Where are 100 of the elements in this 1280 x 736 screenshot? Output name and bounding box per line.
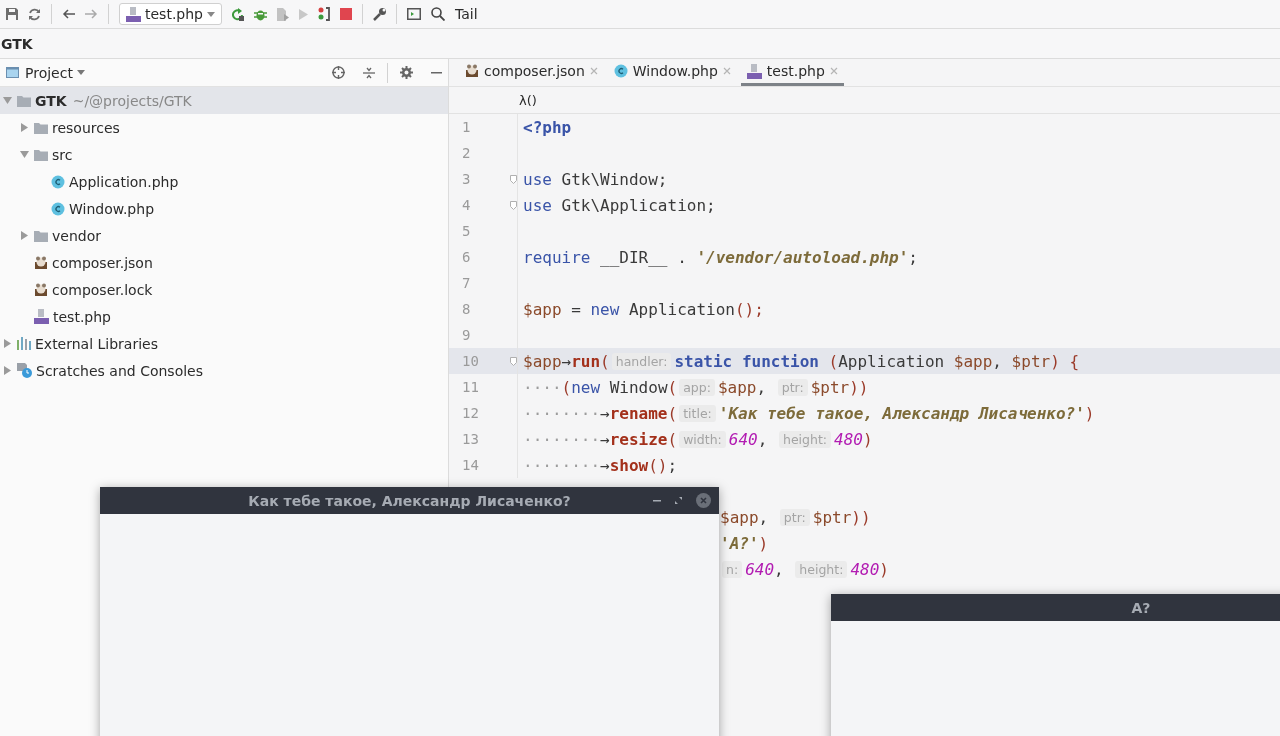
- line-number: 13: [461, 431, 480, 447]
- tree-item[interactable]: Window.php: [0, 195, 448, 222]
- forward-button[interactable]: [85, 9, 98, 19]
- parameter-hint: height:: [795, 560, 848, 578]
- terminal-icon: [407, 8, 421, 20]
- line-number: 5: [461, 223, 472, 239]
- rerun-button[interactable]: [232, 7, 244, 21]
- parameter-hint: handler:: [611, 352, 672, 370]
- parameter-hint: n:: [722, 560, 743, 578]
- search-icon: [431, 7, 445, 21]
- coverage-button[interactable]: [277, 7, 289, 21]
- window-title: Как тебе такое, Александр Лисаченко?: [248, 492, 571, 509]
- collapse-arrow-icon[interactable]: [3, 339, 11, 348]
- back-button[interactable]: [62, 9, 75, 19]
- libraries-icon: [17, 337, 31, 350]
- parameter-hint: ptr:: [777, 378, 808, 396]
- php-file-icon: [34, 309, 49, 324]
- project-view-dropdown[interactable]: Project: [25, 64, 85, 81]
- save-icon: [6, 8, 18, 20]
- fold-marker-icon[interactable]: [510, 174, 517, 184]
- attach-icon: [318, 7, 330, 21]
- caret-icon: [76, 70, 85, 75]
- collapse-arrow-icon[interactable]: [20, 231, 28, 240]
- parameter-hint: height:: [779, 430, 832, 448]
- code-text: 'A?'): [720, 533, 769, 553]
- line-number: 12: [461, 405, 480, 421]
- tree-item[interactable]: src: [0, 141, 448, 168]
- minimize-button[interactable]: [653, 499, 661, 502]
- close-button[interactable]: [696, 493, 711, 508]
- collapse-arrow-icon[interactable]: [20, 123, 28, 132]
- breadcrumb-item[interactable]: GTK: [0, 35, 33, 52]
- sync-button[interactable]: [28, 7, 41, 21]
- composer-icon: [34, 255, 48, 270]
- tree-item[interactable]: test.php: [0, 303, 448, 330]
- line-number: 11: [461, 379, 480, 395]
- sync-icon: [28, 7, 41, 21]
- settings-button[interactable]: [373, 7, 386, 21]
- collapse-arrow-icon[interactable]: [3, 366, 11, 375]
- tree-item[interactable]: vendor: [0, 222, 448, 249]
- minimize-button[interactable]: [431, 71, 442, 74]
- scratches-icon: [17, 363, 32, 378]
- fold-marker-icon[interactable]: [510, 356, 517, 366]
- line-number: 6: [461, 249, 472, 265]
- maximize-button[interactable]: [675, 497, 682, 504]
- project-path: ~/@projects/GTK: [72, 92, 192, 109]
- expand-arrow-icon[interactable]: [2, 97, 12, 104]
- composer-icon: [34, 282, 48, 297]
- tree-item[interactable]: Application.php: [0, 168, 448, 195]
- editor-tab[interactable]: composer.json: [459, 59, 604, 86]
- code-text: <?php: [523, 117, 572, 137]
- code-text: $app = new Application();: [523, 299, 764, 319]
- expand-arrow-icon[interactable]: [19, 151, 29, 158]
- caret-icon: [207, 11, 215, 17]
- class-icon: [613, 64, 628, 78]
- stop-icon: [340, 8, 352, 20]
- editor-tab[interactable]: test.php: [740, 59, 844, 86]
- run-button[interactable]: [299, 8, 308, 20]
- tree-item[interactable]: External Libraries: [0, 330, 448, 357]
- code-text: ········→rename( title: 'Как тебе такое, Александр Лисаченко?'): [523, 403, 1095, 423]
- collapse-all-button[interactable]: [363, 66, 375, 79]
- close-icon[interactable]: [589, 67, 598, 75]
- tree-item[interactable]: GTK ~/@projects/GTK: [0, 87, 448, 114]
- line-number: 9: [461, 327, 472, 343]
- tree-item[interactable]: composer.json: [0, 249, 448, 276]
- fold-marker-icon[interactable]: [510, 200, 517, 210]
- tree-item[interactable]: Scratches and Consoles: [0, 357, 448, 384]
- coverage-icon: [277, 7, 289, 21]
- class-icon: [51, 174, 65, 189]
- editor-tab[interactable]: Window.php: [607, 59, 737, 86]
- breadcrumb-item[interactable]: λ(): [519, 92, 537, 108]
- settings-button[interactable]: [400, 66, 413, 79]
- window-title: A?: [1131, 599, 1151, 616]
- line-number: 4: [461, 197, 472, 213]
- crosshair-icon: [332, 66, 345, 79]
- line-number: 2: [461, 145, 472, 161]
- run-config-dropdown[interactable]: test.php: [119, 3, 222, 25]
- play-icon: [299, 8, 308, 20]
- composer-icon: [465, 64, 479, 78]
- line-number: 8: [461, 301, 472, 317]
- close-icon: [696, 493, 711, 508]
- code-text: n: 640, height: 480): [720, 559, 889, 579]
- terminal-button[interactable]: [407, 8, 421, 20]
- code-text: $app, ptr: $ptr)): [720, 507, 871, 527]
- save-button[interactable]: [6, 8, 18, 20]
- parameter-hint: app:: [679, 378, 715, 396]
- tree-item[interactable]: composer.lock: [0, 276, 448, 303]
- close-icon[interactable]: [722, 67, 731, 75]
- search-button[interactable]: [431, 7, 445, 21]
- folder-icon: [34, 229, 48, 242]
- attach-button[interactable]: [318, 7, 330, 21]
- folder-icon: [34, 121, 48, 134]
- tail-label: Tail: [455, 6, 478, 22]
- locate-button[interactable]: [332, 66, 345, 79]
- minimize-icon: [653, 499, 661, 502]
- close-icon[interactable]: [829, 67, 838, 75]
- code-text: ········→show();: [523, 455, 678, 475]
- project-view-icon: [6, 67, 19, 78]
- wrench-icon: [373, 7, 386, 21]
- tree-item[interactable]: resources: [0, 114, 448, 141]
- back-arrow-icon: [62, 9, 75, 19]
